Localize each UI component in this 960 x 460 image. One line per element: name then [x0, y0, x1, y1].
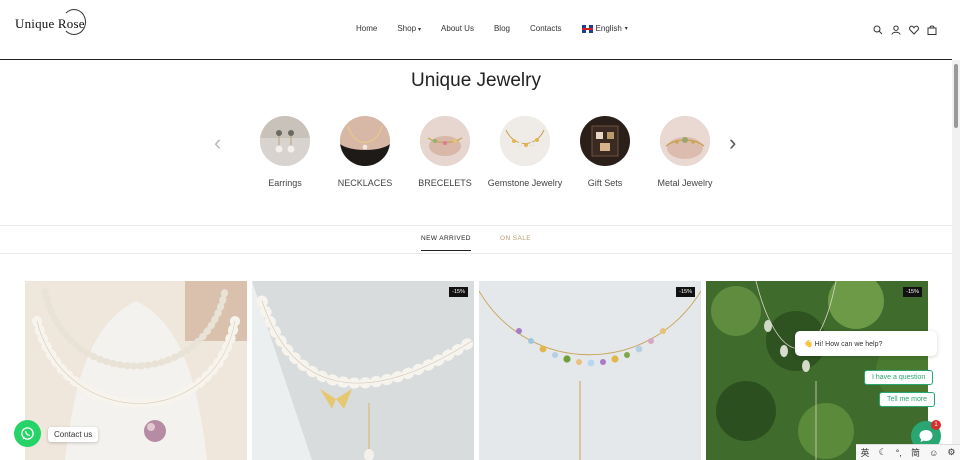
nav-shop[interactable]: Shop ▾ — [397, 24, 421, 33]
ime-mode-toggle[interactable]: 英 — [861, 446, 870, 459]
necklaces-thumbnail — [340, 116, 390, 166]
discount-badge: -15% — [449, 287, 468, 297]
carousel-next-button[interactable]: › — [729, 130, 736, 156]
nav-blog-label: Blog — [493, 24, 510, 33]
account-icon[interactable] — [890, 24, 902, 36]
cart-icon[interactable] — [926, 24, 938, 36]
nav-contacts-label: Contacts — [529, 24, 562, 33]
category-gift-sets[interactable]: Gift Sets — [565, 116, 645, 188]
tabs-divider-bottom — [0, 253, 952, 254]
metal-jewelry-thumbnail — [660, 116, 710, 166]
nav-shop-label: Shop — [397, 24, 417, 33]
gear-icon[interactable]: ⚙ — [947, 447, 955, 458]
product-card[interactable]: -15% — [252, 281, 474, 460]
main-nav: Home Shop ▾ About Us Blog Contacts Englis… — [356, 24, 628, 33]
contact-us-label[interactable]: Contact us — [48, 427, 99, 442]
wishlist-icon[interactable] — [908, 24, 920, 36]
category-earrings[interactable]: Earrings — [245, 116, 325, 188]
nav-blog[interactable]: Blog — [494, 24, 510, 33]
site-header: Unique Rose Home Shop ▾ About Us Blog Con… — [0, 0, 952, 60]
category-bracelets[interactable]: BRECELETS — [405, 116, 485, 188]
nav-home[interactable]: Home — [356, 24, 377, 33]
gift-sets-thumbnail — [580, 116, 630, 166]
category-carousel: Earrings NECKLACES BRECELETS Gemstone Je… — [245, 116, 725, 188]
carousel-prev-button[interactable]: ‹ — [214, 130, 221, 156]
product-image — [479, 281, 701, 460]
unread-count-badge: 1 — [931, 420, 941, 430]
ime-toolbar: 英 ☾ °, 简 ☺ ⚙ — [856, 444, 960, 460]
nav-contacts[interactable]: Contacts — [530, 24, 562, 33]
whatsapp-icon — [21, 427, 34, 440]
nav-about-label: About Us — [441, 24, 474, 33]
tab-on-sale[interactable]: ON SALE — [500, 235, 531, 242]
punctuation-toggle[interactable]: °, — [896, 448, 902, 458]
product-image — [252, 281, 474, 460]
gemstone-thumbnail — [500, 116, 550, 166]
chat-question-button[interactable]: I have a question — [864, 370, 934, 385]
scrollbar-thumb[interactable] — [954, 64, 958, 128]
chat-more-button[interactable]: Tell me more — [879, 392, 936, 407]
category-metal-jewelry[interactable]: Metal Jewelry — [645, 116, 725, 188]
category-gemstone-jewelry[interactable]: Gemstone Jewelry — [485, 116, 565, 188]
language-label: English — [595, 24, 622, 33]
section-title: Unique Jewelry — [411, 70, 541, 91]
nav-about-us[interactable]: About Us — [441, 24, 474, 33]
discount-badge: -15% — [903, 287, 922, 297]
chevron-down-icon: ▾ — [418, 27, 422, 33]
page-scrollbar[interactable] — [952, 60, 960, 460]
search-icon[interactable] — [872, 24, 884, 36]
header-icons — [866, 24, 938, 36]
category-label: BRECELETS — [418, 178, 472, 188]
category-label: NECKLACES — [337, 178, 393, 188]
category-label: Gemstone Jewelry — [487, 178, 563, 188]
whatsapp-button[interactable] — [14, 420, 41, 447]
earrings-thumbnail — [260, 116, 310, 166]
language-selector[interactable]: English ▾ — [581, 24, 628, 33]
chat-icon — [919, 430, 933, 442]
uk-flag-icon — [581, 24, 593, 33]
tabs-divider-top — [0, 225, 952, 226]
product-card[interactable]: -15% — [479, 281, 701, 460]
emoji-icon[interactable]: ☺ — [929, 448, 938, 458]
charset-toggle[interactable]: 简 — [911, 446, 920, 459]
category-label: Metal Jewelry — [657, 178, 713, 188]
category-necklaces[interactable]: NECKLACES — [325, 116, 405, 188]
chat-greeting-bubble: 👋 Hi! How can we help? — [795, 331, 937, 356]
discount-badge: -15% — [676, 287, 695, 297]
nav-home-label: Home — [356, 24, 378, 33]
chevron-down-icon: ▾ — [624, 26, 628, 32]
category-label: Gift Sets — [587, 178, 623, 188]
category-label: Earrings — [268, 178, 302, 188]
tab-new-arrived[interactable]: NEW ARRIVED — [421, 235, 471, 251]
moon-icon[interactable]: ☾ — [879, 447, 887, 458]
logo-swirl — [62, 9, 86, 35]
bracelets-thumbnail — [420, 116, 470, 166]
